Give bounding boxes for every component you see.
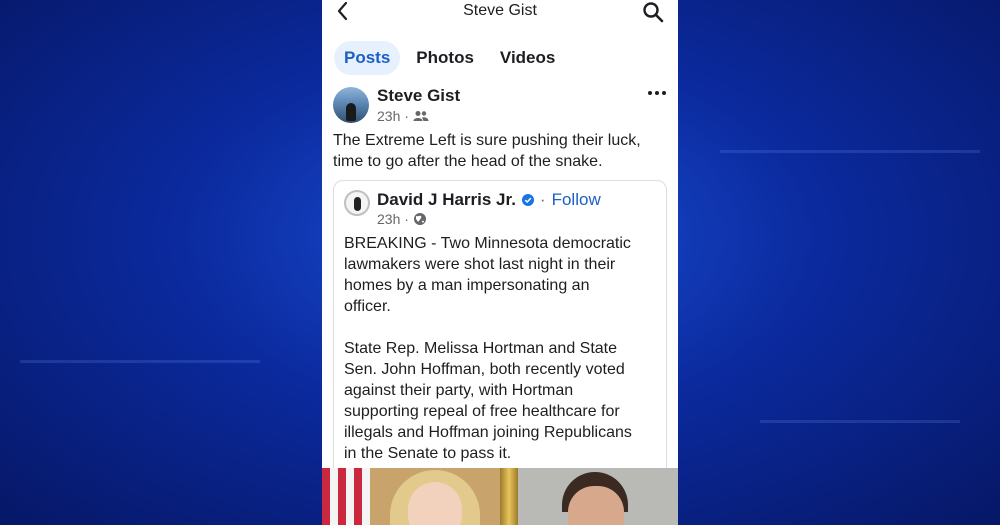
shared-avatar[interactable] (344, 190, 370, 216)
gold-pillar (500, 468, 518, 525)
profile-tabs: Posts Photos Videos (334, 41, 565, 75)
separator-dot: · (539, 190, 546, 209)
flag-image (322, 468, 370, 525)
shared-post-time: 23h · (377, 211, 409, 227)
friends-icon (413, 111, 429, 121)
top-bar: Steve Gist (322, 0, 678, 30)
shared-post-photo[interactable] (322, 468, 678, 525)
tab-photos[interactable]: Photos (406, 41, 484, 75)
background-streak (20, 360, 260, 363)
background-streak (760, 420, 960, 423)
post-time: 23h · (377, 108, 409, 124)
globe-icon (413, 213, 426, 225)
profile-title: Steve Gist (463, 2, 537, 19)
shared-post-author[interactable]: David J Harris Jr. (377, 190, 516, 210)
verified-badge-icon (521, 194, 534, 206)
background-streak (720, 150, 980, 153)
more-options-icon[interactable] (646, 88, 668, 98)
shared-post-meta: 23h · (377, 211, 427, 227)
shared-post-text: BREAKING - Two Minnesota democratic lawm… (344, 235, 632, 462)
avatar[interactable] (333, 87, 369, 123)
follow-button[interactable]: Follow (552, 190, 601, 210)
search-icon[interactable] (642, 1, 664, 23)
portrait-photo-right (518, 468, 678, 525)
post-author[interactable]: Steve Gist (377, 86, 460, 106)
tab-posts[interactable]: Posts (334, 41, 401, 75)
shared-post-header: David J Harris Jr. · Follow (377, 190, 601, 210)
post-meta: 23h · (377, 108, 429, 124)
tab-videos[interactable]: Videos (490, 41, 565, 75)
post-text: The Extreme Left is sure pushing their l… (333, 132, 641, 170)
phone-screen: Steve Gist Posts Photos Videos Steve Gis… (322, 0, 678, 525)
portrait-photo-left (370, 468, 500, 525)
shared-post-card[interactable]: David J Harris Jr. · Follow 23h · BREAKI… (333, 180, 667, 502)
post-header: Steve Gist 23h · (333, 86, 668, 128)
